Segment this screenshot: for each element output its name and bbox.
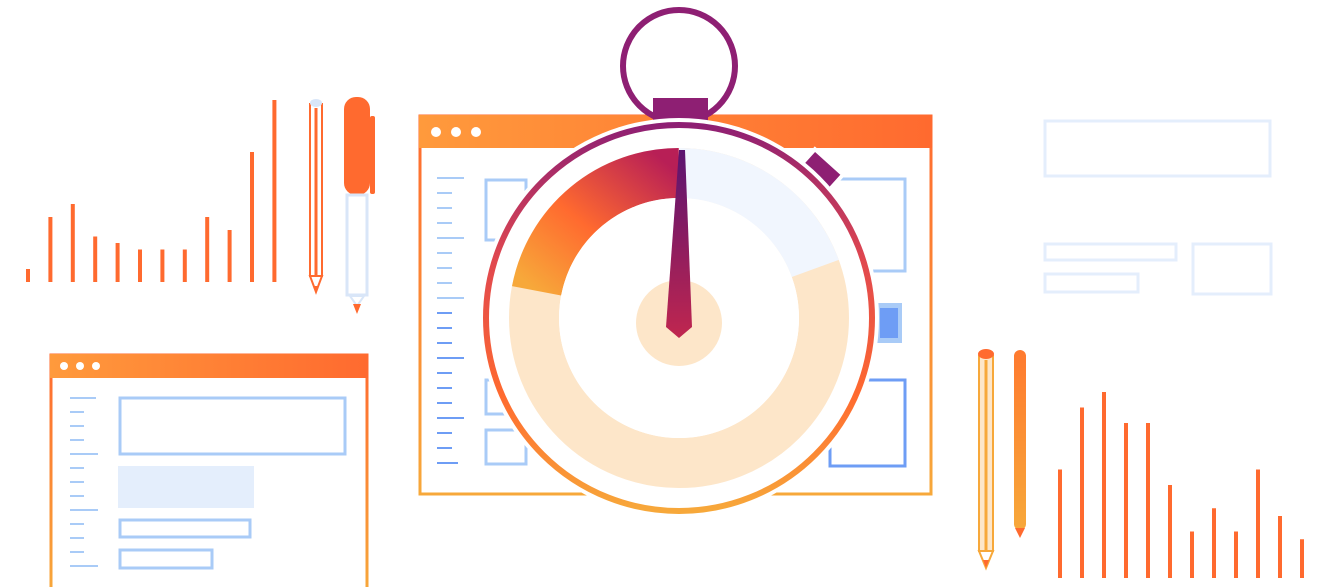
pencil-icon (308, 99, 324, 295)
bar (250, 152, 254, 282)
stopwatch-illustration (26, 7, 1304, 587)
pencil-icon (977, 349, 995, 571)
faint-wireframe-decoration (1043, 119, 1273, 296)
bar (272, 100, 277, 282)
bar (115, 243, 120, 282)
bar (1300, 539, 1304, 578)
bar (26, 269, 30, 282)
right-bar-chart-decoration (1058, 392, 1304, 578)
bar (48, 217, 53, 282)
marker-icon (1014, 350, 1026, 538)
bar (1256, 469, 1260, 578)
bar (1080, 407, 1084, 578)
bar (1234, 531, 1238, 578)
bar (70, 204, 75, 282)
bar (1278, 516, 1282, 578)
bar (1146, 423, 1150, 578)
bar (1190, 531, 1194, 578)
bar (227, 230, 232, 282)
bar (160, 249, 165, 282)
stopwatch-icon (479, 7, 879, 518)
bar (1102, 392, 1106, 578)
bar (1124, 423, 1128, 578)
bar (93, 236, 98, 282)
marker-icon (344, 97, 375, 314)
left-bar-chart-decoration (26, 100, 277, 282)
bar (205, 217, 210, 282)
browser-window-icon (49, 353, 369, 587)
bar (182, 249, 187, 282)
bar (1168, 485, 1172, 578)
bar (1212, 508, 1216, 578)
bar (138, 249, 142, 282)
bar (1058, 469, 1062, 578)
